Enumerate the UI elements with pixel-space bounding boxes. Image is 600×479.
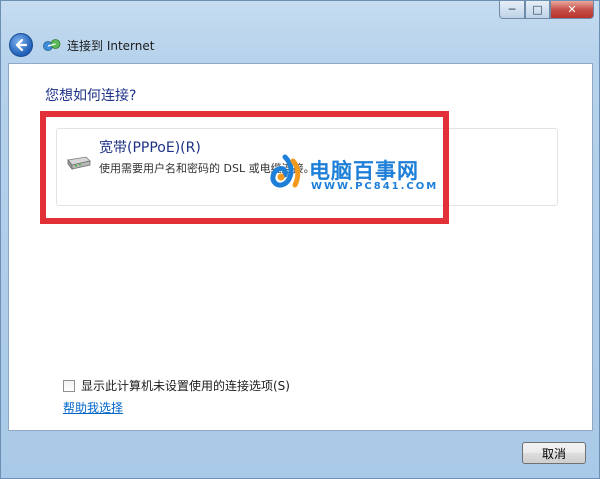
caption-buttons: ─ □ ✕ bbox=[499, 1, 594, 21]
show-options-checkbox[interactable] bbox=[63, 379, 75, 392]
nav-bar: 连接到 Internet bbox=[9, 29, 154, 61]
close-icon: ✕ bbox=[567, 3, 577, 16]
minimize-icon: ─ bbox=[508, 3, 516, 16]
back-arrow-icon bbox=[15, 38, 28, 52]
content-panel: 您想如何连接? 宽带(PPPoE)(R) 使用需要用户名和密码的 DSL 或电缆… bbox=[8, 63, 593, 431]
watermark: 电脑百事网 WWW.PC841.COM bbox=[265, 153, 465, 197]
close-button[interactable]: ✕ bbox=[550, 1, 594, 19]
cancel-button[interactable]: 取消 bbox=[522, 442, 586, 464]
show-options-row[interactable]: 显示此计算机未设置使用的连接选项(S) bbox=[63, 377, 290, 394]
page-heading: 您想如何连接? bbox=[45, 88, 137, 104]
watermark-logo bbox=[270, 154, 301, 188]
window-title: 连接到 Internet bbox=[67, 38, 155, 53]
maximize-icon: □ bbox=[532, 3, 543, 16]
show-options-label[interactable]: 显示此计算机未设置使用的连接选项(S) bbox=[81, 377, 290, 394]
watermark-url: WWW.PC841.COM bbox=[311, 181, 439, 192]
minimize-button[interactable]: ─ bbox=[499, 1, 525, 19]
network-connection-icon bbox=[43, 39, 61, 51]
maximize-button[interactable]: □ bbox=[525, 1, 550, 19]
help-me-choose-link[interactable]: 帮助我选择 bbox=[63, 399, 123, 416]
back-button[interactable] bbox=[9, 33, 33, 57]
dialog-window: ─ □ ✕ 连接到 Internet 您想如何连接? 宽带(PPPoE)(R) … bbox=[0, 0, 600, 479]
